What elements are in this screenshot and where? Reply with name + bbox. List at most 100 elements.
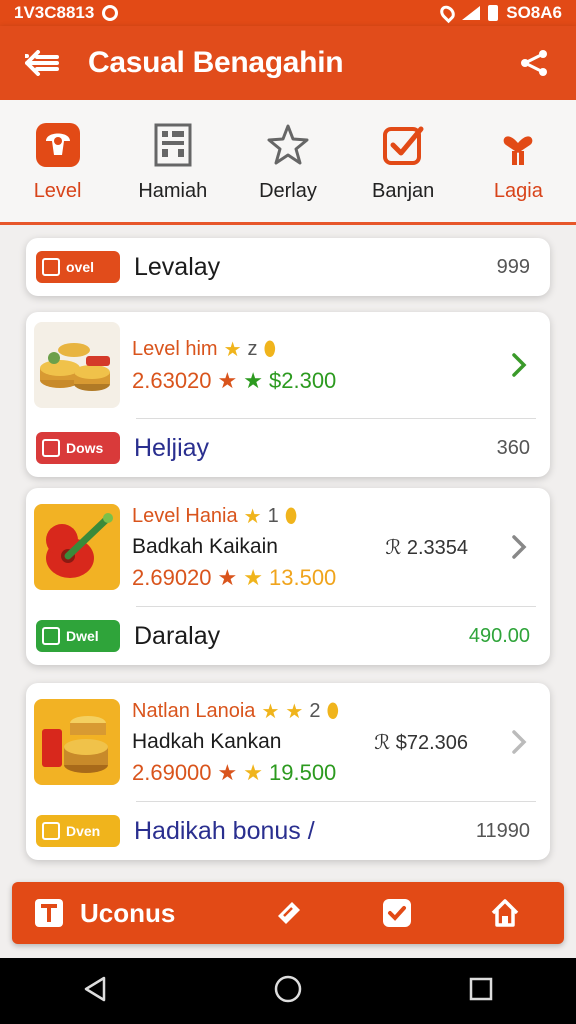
checkbox-icon bbox=[378, 120, 428, 170]
game-score: 2.69020 ★ ★ 13.500 bbox=[132, 565, 385, 591]
badge-label: Dwel bbox=[66, 628, 99, 644]
game-score: 2.63020 ★ ★ $2.300 bbox=[132, 368, 508, 394]
tab-hamiah[interactable]: Hamiah bbox=[119, 120, 227, 203]
bonus-icon bbox=[32, 896, 66, 930]
game-info: Level Hania ★ 1 ⬮ Badkah Kaikain 2.69020… bbox=[132, 504, 385, 591]
game-card[interactable]: Level him ★ z ⬮ 2.63020 ★ ★ $2.300 Dows … bbox=[26, 312, 550, 477]
tab-banjan[interactable]: Banjan bbox=[349, 120, 457, 203]
score-gold: 13.500 bbox=[269, 564, 337, 590]
summary-row[interactable]: ovel Levalay 999 bbox=[26, 238, 550, 296]
check-icon[interactable] bbox=[380, 896, 414, 930]
app-bar: Casual Benagahin bbox=[0, 26, 576, 100]
row-value: 490.00 bbox=[468, 624, 530, 647]
score-value: 2.69020 bbox=[132, 564, 212, 590]
game-level-text: Level Hania bbox=[132, 504, 238, 527]
recents-nav-icon[interactable] bbox=[468, 976, 494, 1007]
bonus-button[interactable]: Uconus bbox=[32, 896, 272, 930]
back-arrow-icon[interactable] bbox=[22, 43, 62, 83]
chevron-right-icon[interactable] bbox=[508, 729, 530, 755]
bonus-row[interactable]: Dven Hadikah bonus / 11990 bbox=[26, 802, 550, 860]
bonus-label: Uconus bbox=[80, 897, 176, 928]
score-value: 2.69000 bbox=[132, 759, 212, 785]
game-level: Level Hania ★ 1 ⬮ bbox=[132, 504, 385, 529]
star-icon: ★ bbox=[217, 367, 238, 393]
chevron-right-icon[interactable] bbox=[508, 534, 530, 560]
bonus-row[interactable]: Dows Heljiay 360 bbox=[26, 419, 550, 477]
badge-label: Dven bbox=[66, 823, 101, 839]
wifi-icon bbox=[462, 6, 481, 20]
building-icon bbox=[148, 120, 198, 170]
status-badge: Dven bbox=[36, 815, 120, 847]
score-green: $2.300 bbox=[269, 367, 337, 393]
tab-level[interactable]: Level bbox=[4, 120, 112, 203]
bonus-row[interactable]: Dwel Daralay 490.00 bbox=[26, 607, 550, 665]
battery-icon bbox=[488, 5, 499, 21]
game-level: Natlan Lanoia ★ ★ 2 ⬮ bbox=[132, 699, 374, 724]
badge-label: Dows bbox=[66, 440, 104, 456]
star-icon: ★ bbox=[243, 505, 262, 528]
notification-icon bbox=[102, 5, 119, 21]
tab-derlay[interactable]: Derlay bbox=[234, 120, 342, 203]
star-icon: ★ bbox=[223, 338, 242, 361]
star-icon: ★ bbox=[243, 367, 263, 393]
heart-icon bbox=[493, 120, 543, 170]
page-title: Casual Benagahin bbox=[88, 46, 344, 79]
home-icon[interactable] bbox=[488, 896, 522, 930]
star-icon: ★ bbox=[261, 700, 280, 723]
row-title: Heljiay bbox=[134, 433, 210, 462]
row-value: 11990 bbox=[475, 819, 530, 842]
row-title: Hadikah bonus / bbox=[134, 816, 315, 845]
tab-derlay-label: Derlay bbox=[259, 179, 317, 202]
badge-label: ovel bbox=[66, 259, 95, 275]
bottom-action-bar: Uconus bbox=[12, 882, 564, 944]
back-nav-icon[interactable] bbox=[82, 975, 108, 1008]
score-value: 2.63020 bbox=[132, 367, 212, 393]
game-level-suffix: 2 bbox=[309, 699, 321, 722]
coin-icon: ⬮ bbox=[263, 337, 277, 360]
star-icon: ★ bbox=[285, 700, 304, 723]
game-name: Hadkah Kankan bbox=[132, 729, 282, 753]
score-green: 19.500 bbox=[269, 759, 337, 785]
row-value: 999 bbox=[496, 255, 530, 278]
status-badge: Dwel bbox=[36, 620, 120, 652]
badge-icon bbox=[42, 627, 60, 645]
badge-icon bbox=[42, 439, 60, 457]
game-level-text: Level him bbox=[132, 337, 218, 360]
game-name: Badkah Kaikain bbox=[132, 534, 278, 558]
game-row[interactable]: Level him ★ z ⬮ 2.63020 ★ ★ $2.300 bbox=[26, 312, 550, 418]
star-icon: ★ bbox=[243, 564, 263, 590]
share-icon[interactable] bbox=[514, 43, 554, 83]
tab-banjan-label: Banjan bbox=[372, 179, 435, 202]
home-nav-icon[interactable] bbox=[273, 974, 303, 1009]
coins-thumbnail bbox=[34, 322, 120, 408]
game-score: 2.69000 ★ ★ 19.500 bbox=[132, 760, 374, 786]
game-level-text: Natlan Lanoia bbox=[132, 699, 256, 722]
system-nav-bar bbox=[0, 958, 576, 1024]
badge-icon bbox=[42, 822, 60, 840]
bottom-actions bbox=[272, 896, 522, 930]
status-carrier: SO8A6 bbox=[506, 3, 562, 22]
tab-lagia[interactable]: Lagia bbox=[464, 120, 572, 203]
status-time: 1V3C8813 bbox=[14, 3, 95, 22]
summary-card[interactable]: ovel Levalay 999 bbox=[26, 238, 550, 296]
tab-hamiah-label: Hamiah bbox=[138, 179, 208, 202]
row-title: Daralay bbox=[134, 621, 221, 650]
game-info: Natlan Lanoia ★ ★ 2 ⬮ Hadkah Kankan 2.69… bbox=[132, 699, 374, 786]
game-row[interactable]: Natlan Lanoia ★ ★ 2 ⬮ Hadkah Kankan 2.69… bbox=[26, 683, 550, 801]
game-row[interactable]: Level Hania ★ 1 ⬮ Badkah Kaikain 2.69020… bbox=[26, 488, 550, 606]
status-bar: 1V3C8813 SO8A6 bbox=[0, 0, 576, 26]
row-value: 360 bbox=[496, 436, 530, 459]
coins-stack-thumbnail bbox=[34, 699, 120, 785]
chevron-right-icon[interactable] bbox=[508, 352, 530, 378]
tab-lagia-label: Lagia bbox=[493, 179, 543, 202]
status-badge: ovel bbox=[36, 251, 120, 283]
star-icon bbox=[263, 120, 313, 170]
game-level-suffix: z bbox=[247, 337, 258, 360]
ticket-icon[interactable] bbox=[272, 896, 306, 930]
star-icon: ★ bbox=[243, 759, 263, 785]
game-card[interactable]: Level Hania ★ 1 ⬮ Badkah Kaikain 2.69020… bbox=[26, 488, 550, 665]
game-card[interactable]: Natlan Lanoia ★ ★ 2 ⬮ Hadkah Kankan 2.69… bbox=[26, 683, 550, 860]
coin-icon: ⬮ bbox=[326, 699, 339, 722]
game-level: Level him ★ z ⬮ bbox=[132, 337, 508, 362]
game-price: ℛ 2.3354 bbox=[385, 536, 468, 559]
